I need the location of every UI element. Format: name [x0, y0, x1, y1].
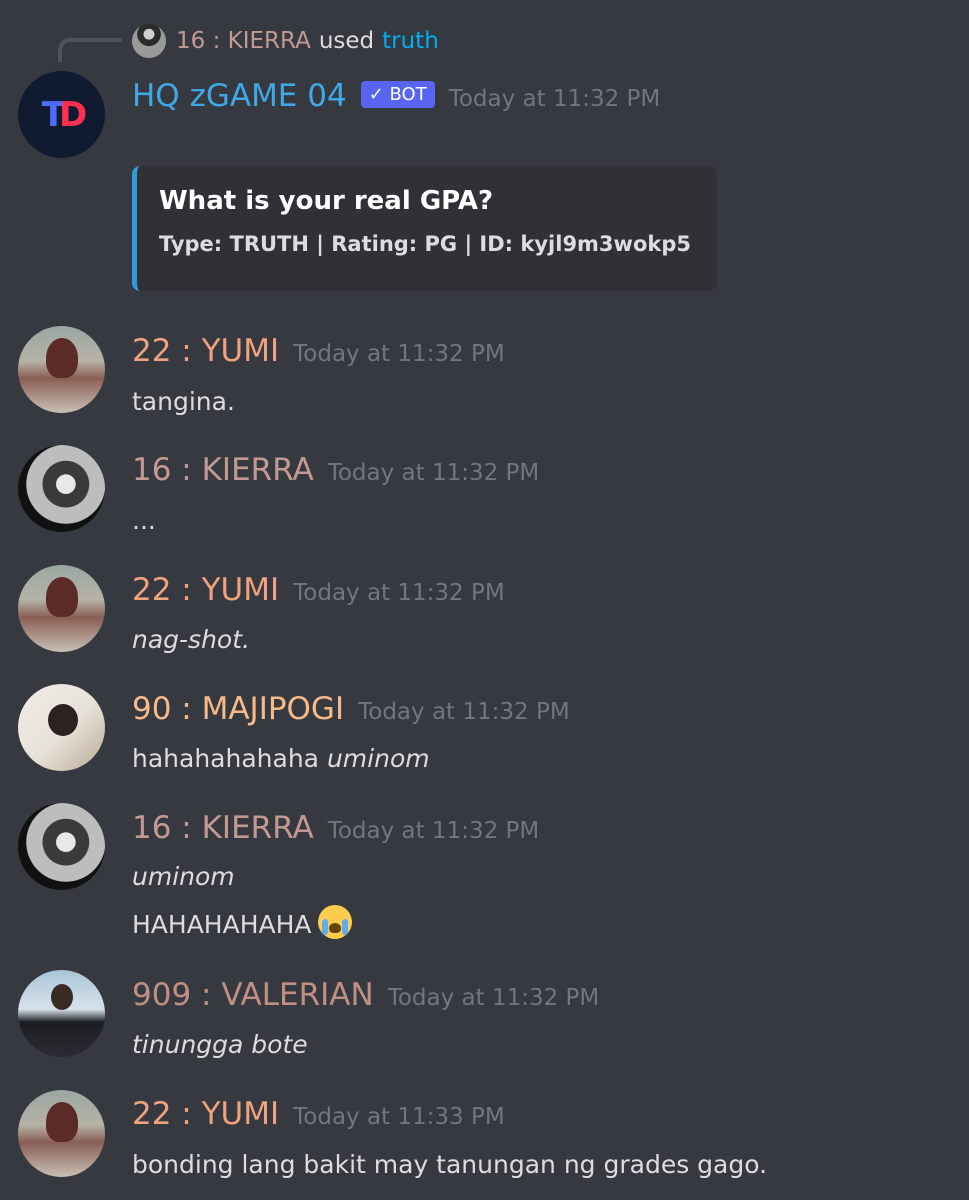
avatar[interactable] [18, 326, 105, 413]
author-name[interactable]: 16 : KIERRA [132, 810, 314, 846]
message-header: 16 : KIERRA Today at 11:32 PM [132, 452, 539, 488]
message-timestamp[interactable]: Today at 11:32 PM [328, 460, 540, 486]
reply-avatar[interactable] [132, 24, 166, 58]
italic-text: tinungga bote [132, 1030, 308, 1059]
message-timestamp[interactable]: Today at 11:32 PM [449, 86, 661, 112]
bot-badge: ✓ BOT [360, 80, 435, 108]
embed-title: What is your real GPA? [159, 186, 494, 216]
italic-text: uminom [132, 862, 235, 891]
avatar[interactable] [18, 1090, 105, 1177]
message-text: bonding lang bakit may tanungan ng grade… [132, 1150, 768, 1179]
author-name[interactable]: 22 : YUMI [132, 1096, 279, 1132]
reply-command-link[interactable]: truth [382, 28, 439, 54]
reply-used-text: used [318, 28, 375, 54]
message-text: tangina. [132, 387, 235, 416]
plain-text: HAHAHAHAHA [132, 910, 312, 939]
author-name[interactable]: 16 : KIERRA [132, 452, 314, 488]
avatar[interactable] [18, 684, 105, 771]
bot-avatar[interactable]: TD [18, 71, 105, 158]
bot-logo-icon: TD [41, 94, 88, 135]
reply-author-name[interactable]: 16 : KIERRA [176, 28, 311, 54]
message-text: ... [132, 506, 156, 535]
avatar[interactable] [18, 565, 105, 652]
author-name[interactable]: 22 : YUMI [132, 333, 279, 369]
plain-text: hahahahahaha [132, 744, 319, 773]
message-text: HAHAHAHAHA [132, 905, 352, 939]
avatar[interactable] [18, 970, 105, 1057]
message-header: 16 : KIERRA Today at 11:32 PM [132, 810, 539, 846]
message-header: 22 : YUMI Today at 11:32 PM [132, 572, 505, 608]
italic-text: uminom [326, 744, 430, 773]
message-timestamp[interactable]: Today at 11:33 PM [293, 1104, 505, 1130]
message-header: 22 : YUMI Today at 11:33 PM [132, 1096, 505, 1132]
author-name[interactable]: 22 : YUMI [132, 572, 279, 608]
italic-text: nag-shot. [132, 625, 250, 654]
reply-reference[interactable]: 16 : KIERRA used truth [132, 22, 439, 60]
message-text: hahahahahaha uminom [132, 744, 430, 773]
message-timestamp[interactable]: Today at 11:32 PM [293, 580, 505, 606]
reply-connector [58, 38, 122, 62]
message-text: tinungga bote [132, 1030, 308, 1059]
avatar[interactable] [18, 803, 105, 890]
message-header: 909 : VALERIAN Today at 11:32 PM [132, 977, 599, 1013]
message-header: 90 : MAJIPOGI Today at 11:32 PM [132, 691, 570, 727]
message-header: 22 : YUMI Today at 11:32 PM [132, 333, 505, 369]
bot-embed: What is your real GPA? Type: TRUTH | Rat… [132, 166, 717, 291]
author-name[interactable]: 909 : VALERIAN [132, 977, 374, 1013]
author-name[interactable]: 90 : MAJIPOGI [132, 691, 344, 727]
message-timestamp[interactable]: Today at 11:32 PM [358, 699, 570, 725]
loudly-crying-face-icon[interactable] [317, 905, 352, 939]
embed-description: Type: TRUTH | Rating: PG | ID: kyjl9m3wo… [159, 232, 691, 256]
message-text: uminom [132, 862, 235, 891]
bot-message-header: HQ zGAME 04 ✓ BOT Today at 11:32 PM [132, 78, 660, 114]
message-timestamp[interactable]: Today at 11:32 PM [328, 818, 540, 844]
bot-name[interactable]: HQ zGAME 04 [132, 78, 347, 114]
message-text: nag-shot. [132, 625, 250, 654]
message-timestamp[interactable]: Today at 11:32 PM [388, 985, 600, 1011]
message-timestamp[interactable]: Today at 11:32 PM [293, 341, 505, 367]
avatar[interactable] [18, 445, 105, 532]
